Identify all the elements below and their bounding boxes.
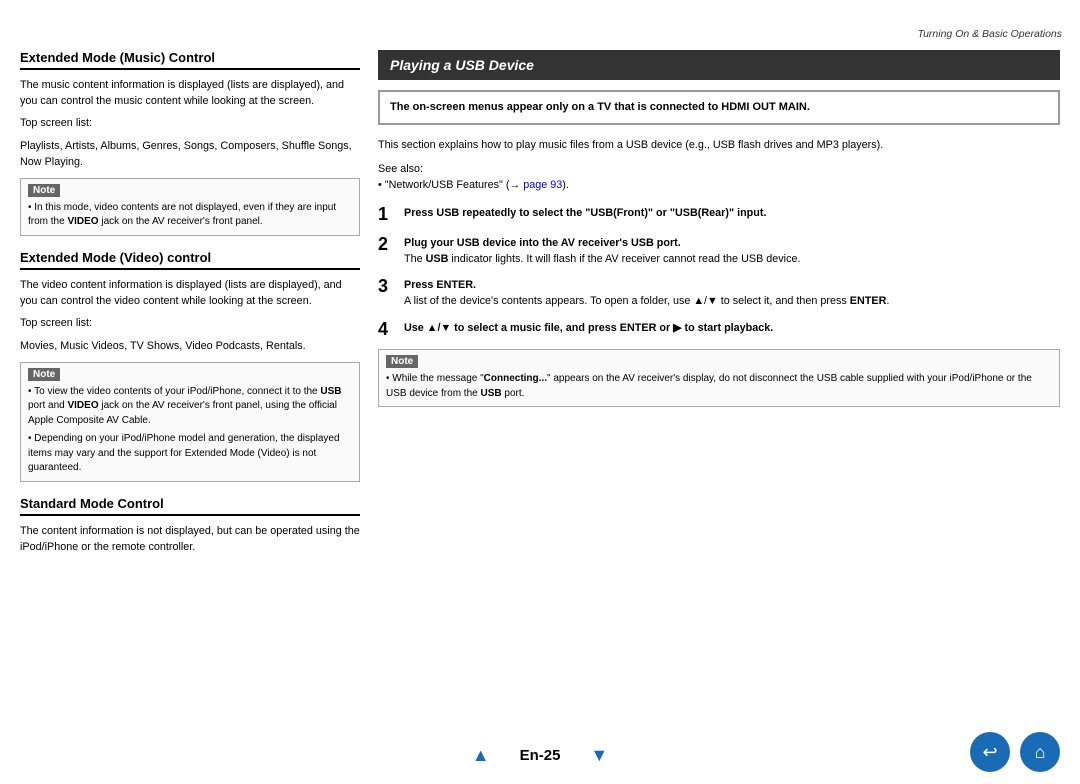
footer-buttons: ↩ ⌂: [970, 732, 1060, 772]
back-button[interactable]: ↩: [970, 732, 1010, 772]
step-2-number: 2: [378, 235, 396, 255]
step-4-number: 4: [378, 320, 396, 340]
step-4-heading: Use ▲/▼ to select a music file, and pres…: [404, 322, 773, 334]
next-page-arrow[interactable]: ▼: [590, 745, 608, 766]
section-extended-music-note: Note • In this mode, video contents are …: [20, 178, 360, 236]
steps-list: 1 Press USB repeatedly to select the "US…: [378, 205, 1060, 339]
step-1-heading: Press USB repeatedly to select the "USB(…: [404, 207, 766, 219]
step-2-detail: The USB indicator lights. It will flash …: [404, 253, 800, 265]
left-column: Extended Mode (Music) Control The music …: [20, 50, 360, 569]
section-extended-video: Extended Mode (Video) control The video …: [20, 250, 360, 482]
step-4: 4 Use ▲/▼ to select a music file, and pr…: [378, 320, 1060, 340]
section-extended-music-top-screen-items: Playlists, Artists, Albums, Genres, Song…: [20, 138, 360, 170]
right-column: Playing a USB Device The on-screen menus…: [378, 50, 1060, 569]
playing-usb-title: Playing a USB Device: [378, 50, 1060, 80]
section-extended-music-top-screen-label: Top screen list:: [20, 115, 360, 131]
prev-page-arrow[interactable]: ▲: [472, 745, 490, 766]
hdmi-note-box: The on-screen menus appear only on a TV …: [378, 90, 1060, 125]
intro-text: This section explains how to play music …: [378, 137, 1060, 153]
note-label-2: Note: [28, 368, 60, 381]
step-3-heading: Press ENTER.: [404, 279, 476, 291]
section-standard-mode: Standard Mode Control The content inform…: [20, 496, 360, 555]
note-text-2a: • To view the video contents of your iPo…: [28, 385, 352, 429]
page-number: En-25: [520, 747, 561, 764]
section-extended-video-top-screen-label: Top screen list:: [20, 315, 360, 331]
home-icon: ⌂: [1035, 742, 1046, 763]
page-link[interactable]: page 93: [523, 179, 562, 191]
note-text-1: • In this mode, video contents are not d…: [28, 201, 352, 230]
section-extended-music: Extended Mode (Music) Control The music …: [20, 50, 360, 236]
note-label-1: Note: [28, 184, 60, 197]
section-extended-video-note: Note • To view the video contents of you…: [20, 362, 360, 482]
hdmi-note-text: The on-screen menus appear only on a TV …: [390, 99, 1048, 116]
step-1: 1 Press USB repeatedly to select the "US…: [378, 205, 1060, 225]
step-1-number: 1: [378, 205, 396, 225]
note-text-2b: • Depending on your iPod/iPhone model an…: [28, 432, 352, 476]
right-note-box: Note • While the message "Connecting..."…: [378, 349, 1060, 407]
see-also: See also: • "Network/USB Features" (→ pa…: [378, 161, 1060, 193]
home-button[interactable]: ⌂: [1020, 732, 1060, 772]
right-note-label: Note: [386, 355, 418, 368]
step-3-content: Press ENTER. A list of the device's cont…: [404, 277, 1060, 309]
back-icon: ↩: [982, 742, 997, 763]
step-4-content: Use ▲/▼ to select a music file, and pres…: [404, 320, 1060, 336]
step-2: 2 Plug your USB device into the AV recei…: [378, 235, 1060, 267]
step-2-heading: Plug your USB device into the AV receive…: [404, 237, 681, 249]
step-3-detail: A list of the device's contents appears.…: [404, 295, 889, 307]
step-3-number: 3: [378, 277, 396, 297]
step-2-content: Plug your USB device into the AV receive…: [404, 235, 1060, 267]
page-footer: ▲ En-25 ▼: [0, 745, 1080, 766]
section-extended-video-title: Extended Mode (Video) control: [20, 250, 360, 270]
page-nav: ▲ En-25 ▼: [472, 745, 609, 766]
step-1-content: Press USB repeatedly to select the "USB(…: [404, 205, 1060, 221]
chapter-title: Turning On & Basic Operations: [917, 28, 1062, 40]
step-3: 3 Press ENTER. A list of the device's co…: [378, 277, 1060, 309]
section-standard-mode-title: Standard Mode Control: [20, 496, 360, 516]
section-extended-video-body: The video content information is display…: [20, 277, 360, 309]
section-extended-music-title: Extended Mode (Music) Control: [20, 50, 360, 70]
right-note-text: • While the message "Connecting..." appe…: [386, 372, 1052, 401]
section-standard-mode-body: The content information is not displayed…: [20, 523, 360, 555]
section-extended-video-top-screen-items: Movies, Music Videos, TV Shows, Video Po…: [20, 338, 360, 354]
section-extended-music-body: The music content information is display…: [20, 77, 360, 109]
